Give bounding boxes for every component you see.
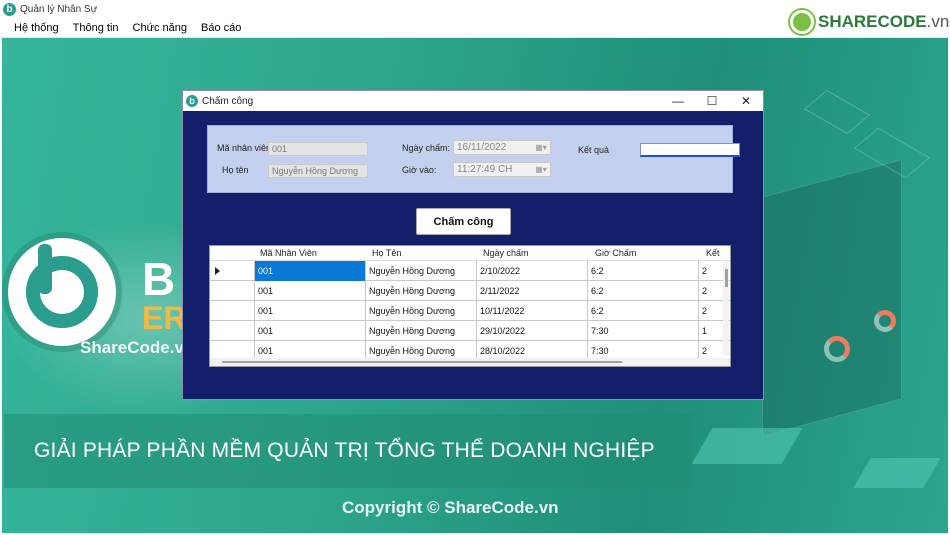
menu-he-thong[interactable]: Hệ thống (7, 22, 66, 34)
col-header-date[interactable]: Ngày chấm (483, 248, 529, 258)
decor-dashboard-panel (762, 159, 902, 437)
date-value: 16/11/2022 (457, 142, 507, 153)
sharecode-brand-text: SHARECODE (818, 12, 927, 31)
date-picker[interactable]: 16/11/2022 ▦▾ (453, 140, 551, 155)
cell-name[interactable]: Nguyễn Hồng Dương (366, 321, 477, 341)
table-horizontal-scrollbar[interactable] (210, 358, 730, 366)
cell-time[interactable]: 6:2 (588, 281, 699, 301)
cham-cong-button[interactable]: Chấm công (416, 208, 511, 235)
table-header: Mã Nhân Viên Họ Tên Ngày chấm Giờ Chấm K… (210, 246, 730, 261)
time-value: 11:27:49 CH (457, 164, 513, 175)
cell-time[interactable]: 7:30 (588, 321, 699, 341)
table-vertical-scrollbar[interactable] (723, 261, 729, 356)
brand-text-er: ER (142, 300, 187, 336)
cell-date[interactable]: 10/11/2022 (477, 301, 588, 321)
time-picker[interactable]: 11:27:49 CH ▦▾ (453, 162, 551, 177)
cell-employee-id[interactable]: 001 (255, 261, 366, 281)
table-row[interactable]: 001 Nguyễn Hồng Dương 2/10/2022 6:2 2 (210, 261, 730, 281)
cell-date[interactable]: 2/10/2022 (477, 261, 588, 281)
decor-platform (853, 458, 941, 488)
col-header-employee-id[interactable]: Mã Nhân Viên (260, 248, 317, 258)
vertical-scroll-thumb[interactable] (725, 269, 728, 287)
cell-name[interactable]: Nguyễn Hồng Dương (366, 301, 477, 321)
result-label: Kết quả (578, 145, 610, 155)
decor-platform (691, 428, 803, 464)
col-header-name[interactable]: Họ Tên (372, 248, 401, 258)
cell-name[interactable]: Nguyễn Hồng Dương (366, 261, 477, 281)
horizontal-scroll-thumb[interactable] (222, 361, 622, 363)
dialog-title: Chấm công (202, 95, 254, 107)
sharecode-logo-icon (790, 10, 814, 34)
maximize-button[interactable]: ☐ (695, 91, 729, 111)
cell-time[interactable]: 6:2 (588, 301, 699, 321)
attendance-form-panel: Mã nhân viên 001 Họ tên Nguyễn Hồng Dươn… (207, 125, 740, 193)
row-selector[interactable] (210, 321, 255, 341)
brand-text-b: B (142, 253, 176, 305)
close-button[interactable]: ✕ (729, 91, 763, 111)
app-root: b Quản lý Nhân Sự Hệ thống Thông tin Chứ… (0, 0, 950, 535)
table-row[interactable]: 001 Nguyễn Hồng Dương 10/11/2022 6:2 2 (210, 301, 730, 321)
table-row[interactable]: 001 Nguyễn Hồng Dương 2/11/2022 6:2 2 (210, 281, 730, 301)
employee-id-field[interactable]: 001 (268, 142, 368, 156)
cell-name[interactable]: Nguyễn Hồng Dương (366, 281, 477, 301)
menu-bao-cao[interactable]: Báo cáo (194, 22, 248, 34)
cell-employee-id[interactable]: 001 (255, 281, 366, 301)
slogan-text: GIẢI PHÁP PHẦN MỀM QUẢN TRỊ TỔNG THỂ DOA… (34, 439, 655, 462)
sharecode-domain-text: .vn (926, 12, 950, 31)
app-logo-icon: b (3, 2, 16, 16)
dialog-title-bar: b Chấm công — ☐ ✕ (183, 91, 763, 111)
name-field[interactable]: Nguyễn Hồng Dương (268, 164, 368, 178)
attendance-table[interactable]: Mã Nhân Viên Họ Tên Ngày chấm Giờ Chấm K… (209, 245, 731, 367)
menu-chuc-nang[interactable]: Chức năng (126, 22, 194, 34)
time-spin-icon[interactable]: ▦▾ (534, 164, 548, 175)
employee-id-label: Mã nhân viên (217, 143, 272, 153)
brand-logo-icon (8, 238, 116, 346)
copyright-watermark: Copyright © ShareCode.vn (342, 498, 559, 517)
menu-thong-tin[interactable]: Thông tin (66, 22, 126, 34)
name-label: Họ tên (222, 165, 249, 175)
cell-date[interactable]: 29/10/2022 (477, 321, 588, 341)
col-header-result[interactable]: Kết (706, 248, 720, 258)
cell-employee-id[interactable]: 001 (255, 321, 366, 341)
cham-cong-dialog: b Chấm công — ☐ ✕ Mã nhân viên 001 Họ tê… (182, 90, 764, 400)
calendar-icon[interactable]: ▦▾ (534, 142, 548, 153)
minimize-button[interactable]: — (661, 91, 695, 111)
slogan-banner: GIẢI PHÁP PHẦN MỀM QUẢN TRỊ TỔNG THỂ DOA… (4, 414, 692, 488)
decor-ring-chart (874, 310, 896, 332)
row-selector[interactable] (210, 301, 255, 321)
cell-time[interactable]: 6:2 (588, 261, 699, 281)
time-label: Giờ vào: (402, 165, 437, 175)
result-input[interactable] (640, 143, 740, 157)
dialog-app-icon: b (186, 95, 198, 107)
col-header-time[interactable]: Giờ Chấm (595, 248, 636, 258)
decor-ring-chart (824, 336, 850, 362)
cell-employee-id[interactable]: 001 (255, 301, 366, 321)
decor-tile (803, 89, 871, 135)
table-row[interactable]: 001 Nguyễn Hồng Dương 29/10/2022 7:30 1 (210, 321, 730, 341)
cell-date[interactable]: 2/11/2022 (477, 281, 588, 301)
current-row-arrow-icon (215, 267, 220, 275)
sharecode-logo: SHARECODE.vn (790, 10, 949, 34)
row-selector[interactable] (210, 261, 255, 281)
watermark-sharecode: ShareCode.vn (80, 338, 195, 357)
date-label: Ngày chấm: (402, 143, 451, 153)
app-title: Quản lý Nhân Sự (20, 3, 98, 15)
row-selector[interactable] (210, 281, 255, 301)
